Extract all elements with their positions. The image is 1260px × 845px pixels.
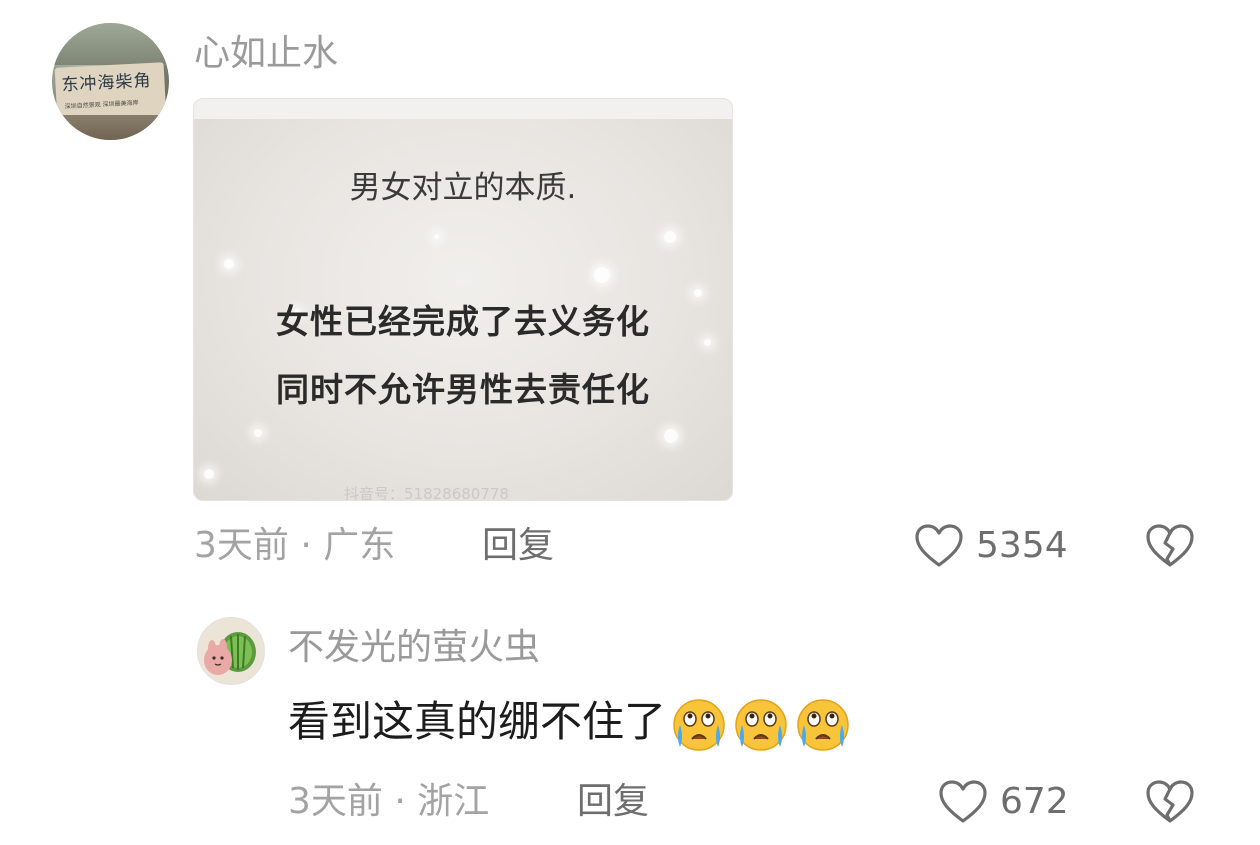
like-heart-icon[interactable] — [938, 779, 988, 825]
avatar-plaque: 东冲海柴角 深圳自然景观 深圳最美海岸 — [54, 62, 167, 123]
image-text-line: 同时不允许男性去责任化 — [276, 370, 650, 409]
crying-face-icon — [797, 698, 849, 751]
like-count: 5354 — [976, 525, 1068, 566]
crying-face-icon — [673, 698, 725, 751]
comment-username[interactable]: 不发光的萤火虫 — [288, 624, 540, 672]
comment-meta: 3天前 · 浙江 — [288, 778, 489, 826]
sparkle — [204, 469, 214, 479]
broken-heart-icon[interactable] — [1145, 779, 1195, 825]
reply-button[interactable]: 回复 — [577, 778, 649, 826]
comment-time: 3天前 — [288, 781, 383, 822]
comment-text: 看到这真的绷不住了 — [288, 697, 667, 746]
comment-time: 3天前 — [194, 525, 289, 566]
meta-separator: · — [300, 525, 312, 566]
sparkle — [224, 259, 234, 269]
comment-location: 浙江 — [417, 781, 490, 822]
image-watermark: 抖音号：51828680778 — [344, 485, 509, 501]
sparkle — [664, 231, 676, 243]
like-count: 672 — [1000, 781, 1069, 822]
reply-button[interactable]: 回复 — [482, 522, 554, 570]
comment-location: 广东 — [323, 525, 396, 566]
sparkle — [254, 429, 262, 437]
sparkle — [594, 267, 610, 283]
avatar-illustration — [198, 618, 264, 684]
avatar-rock-bottom — [52, 115, 169, 140]
comment-username[interactable]: 心如止水 — [194, 30, 338, 78]
comment-meta: 3天前 · 广东 — [194, 522, 395, 570]
avatar-plaque-text: 东冲海柴角 — [61, 70, 152, 96]
image-text-line: 女性已经完成了去义务化 — [276, 302, 650, 341]
sparkle — [664, 429, 678, 443]
avatar-plaque-small-text: 深圳自然景观 深圳最美海岸 — [64, 99, 139, 111]
crying-face-icon — [735, 698, 787, 751]
avatar[interactable]: 东冲海柴角 深圳自然景观 深圳最美海岸 — [52, 23, 169, 140]
comment-text-row: 看到这真的绷不住了 — [288, 694, 852, 753]
image-heading: 男女对立的本质. — [349, 170, 577, 206]
image-top-strip — [194, 99, 732, 119]
avatar-rock — [52, 23, 169, 65]
sparkle — [434, 234, 439, 239]
meta-separator: · — [394, 781, 406, 822]
broken-heart-icon[interactable] — [1145, 523, 1195, 569]
avatar[interactable] — [197, 617, 265, 685]
like-heart-icon[interactable] — [914, 523, 964, 569]
comment-image[interactable]: 男女对立的本质. 女性已经完成了去义务化 同时不允许男性去责任化 抖音号：518… — [193, 98, 733, 501]
